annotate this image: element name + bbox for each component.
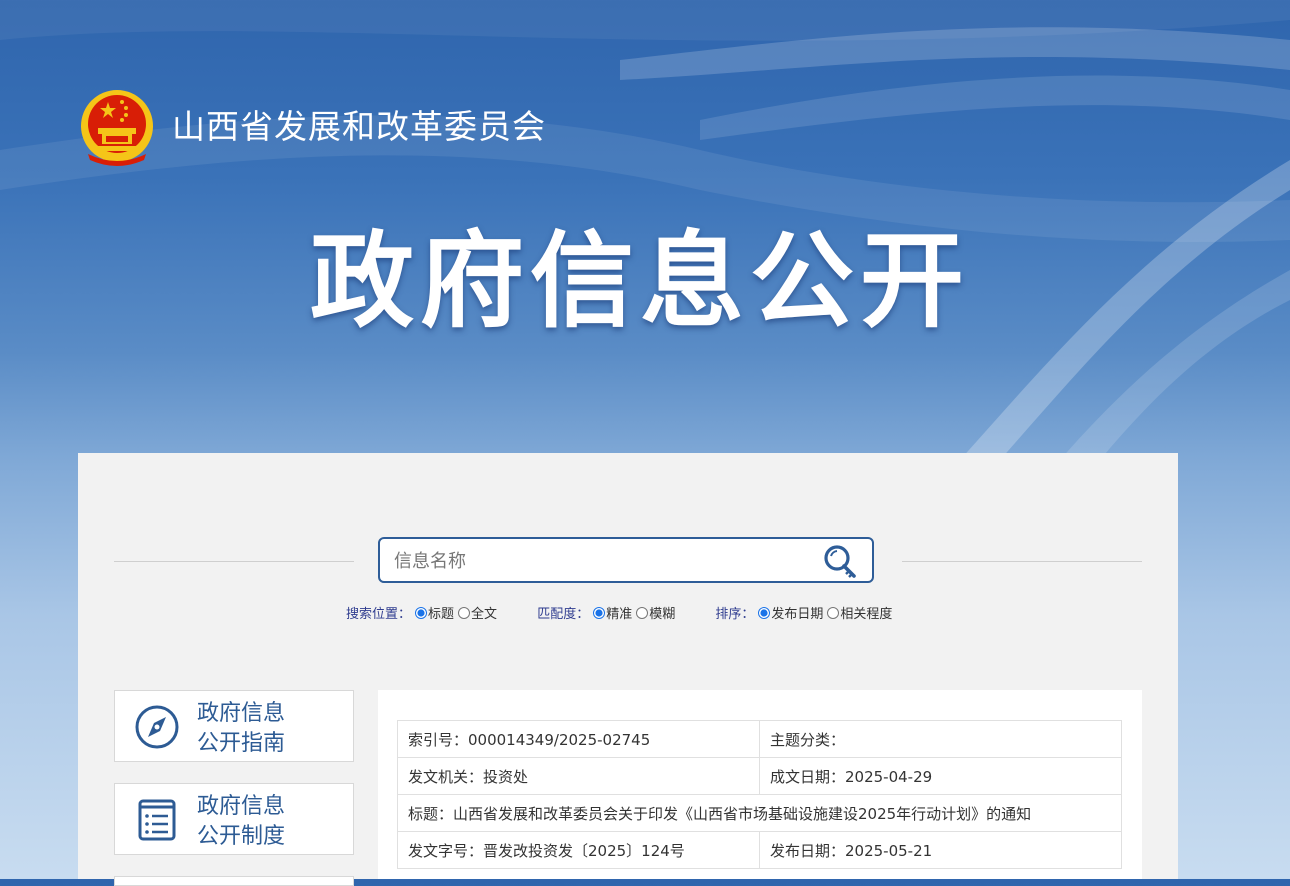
match-fuzzy-radio[interactable] (636, 606, 649, 619)
sort-relevance-label: 相关程度 (840, 607, 893, 622)
index-number: 索引号：000014349/2025-02745 (397, 720, 760, 758)
document-list-icon (138, 799, 176, 841)
table-row: 发文机关：投资处 成文日期：2025-04-29 (397, 757, 1122, 795)
document-title: 标题：山西省发展和改革委员会关于印发《山西省市场基础设施建设2025年行动计划》… (397, 794, 1122, 832)
sidebar-item-disclosure-guide[interactable]: 政府信息 公开指南 (114, 690, 354, 762)
national-emblem-icon (81, 90, 153, 166)
position-title-radio[interactable] (415, 606, 428, 619)
position-option-title[interactable]: 标题 (415, 603, 454, 622)
sort-option-relevance[interactable]: 相关程度 (827, 603, 892, 622)
match-label: 匹配度： (537, 607, 590, 622)
position-fulltext-label: 全文 (471, 607, 498, 622)
search-divider-left (114, 561, 354, 562)
document-number: 发文字号：晋发改投资发〔2025〕124号 (397, 831, 760, 869)
position-title-label: 标题 (428, 607, 455, 622)
page-hero-title: 政府信息公开 (310, 220, 971, 342)
search-divider-right (902, 561, 1142, 562)
search-box (378, 537, 874, 583)
issuing-agency: 发文机关：投资处 (397, 757, 760, 795)
written-date: 成文日期：2025-04-29 (759, 757, 1122, 795)
match-fuzzy-label: 模糊 (649, 607, 676, 622)
sort-group: 排序： 发布日期 相关程度 (715, 603, 896, 622)
header-banner: 山西省发展和改革委员会 政府信息公开 (0, 0, 1290, 460)
sidebar-item-label-line1: 政府信息 (197, 701, 286, 726)
match-exact-radio[interactable] (593, 606, 606, 619)
sidebar-item-partial[interactable] (114, 876, 354, 886)
search-key-icon[interactable] (822, 544, 858, 580)
document-metadata-table: 索引号：000014349/2025-02745 主题分类： 发文机关：投资处 … (397, 720, 1122, 869)
search-input[interactable] (392, 547, 816, 575)
search-position-group: 搜索位置： 标题 全文 (346, 603, 501, 622)
document-info-card: 索引号：000014349/2025-02745 主题分类： 发文机关：投资处 … (378, 690, 1142, 879)
sidebar-item-label: 政府信息 公开制度 (197, 792, 285, 852)
match-option-exact[interactable]: 精准 (593, 603, 632, 622)
search-position-label: 搜索位置： (346, 607, 412, 622)
publish-date: 发布日期：2025-05-21 (759, 831, 1122, 869)
sort-relevance-radio[interactable] (827, 606, 840, 619)
position-option-fulltext[interactable]: 全文 (458, 603, 497, 622)
sidebar-item-disclosure-system[interactable]: 政府信息 公开制度 (114, 783, 354, 855)
match-group: 匹配度： 精准 模糊 (537, 603, 679, 622)
table-row: 标题：山西省发展和改革委员会关于印发《山西省市场基础设施建设2025年行动计划》… (397, 794, 1122, 832)
match-exact-label: 精准 (606, 607, 633, 622)
sort-date-radio[interactable] (758, 606, 771, 619)
table-row: 发文字号：晋发改投资发〔2025〕124号 发布日期：2025-05-21 (397, 831, 1122, 869)
topic-category: 主题分类： (759, 720, 1122, 758)
sort-option-date[interactable]: 发布日期 (758, 603, 823, 622)
org-name: 山西省发展和改革委员会 (172, 107, 546, 146)
search-options: 搜索位置： 标题 全文 匹配度： 精准 模糊 排序： 发布日期 相关程度 (346, 603, 928, 622)
sidebar-item-label: 政府信息 公开指南 (197, 699, 285, 759)
sort-date-label: 发布日期 (771, 607, 824, 622)
sort-label: 排序： (715, 607, 755, 622)
sidebar-item-label-line1: 政府信息 (197, 794, 286, 819)
main-panel: 搜索位置： 标题 全文 匹配度： 精准 模糊 排序： (78, 453, 1178, 886)
table-row: 索引号：000014349/2025-02745 主题分类： (397, 720, 1122, 758)
compass-icon (135, 705, 179, 749)
position-fulltext-radio[interactable] (458, 606, 471, 619)
sidebar-item-label-line2: 公开制度 (197, 824, 286, 849)
sidebar-item-label-line2: 公开指南 (197, 731, 286, 756)
match-option-fuzzy[interactable]: 模糊 (636, 603, 675, 622)
